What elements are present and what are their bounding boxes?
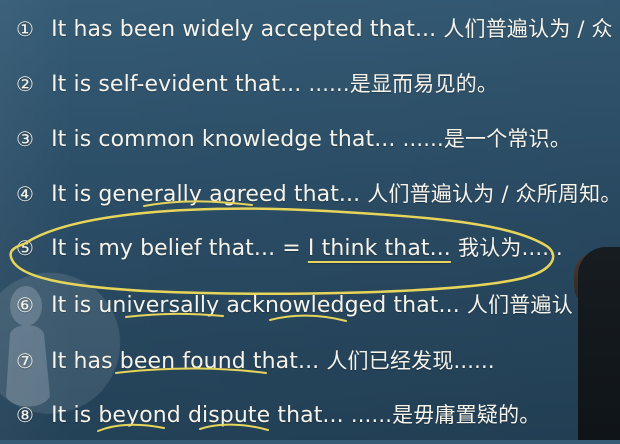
phrase-line-6: ⑥ It is universally acknowledged that...… (16, 290, 620, 321)
line-number: ④ (16, 182, 35, 206)
english-phrase: It has been widely accepted that... (51, 17, 437, 42)
equals-sign: = (282, 236, 301, 261)
phrase-line-3: ③ It is common knowledge that... ......是… (16, 124, 620, 155)
chinese-translation: 人们普遍认为 / 众 (443, 17, 613, 41)
phrase-line-4: ④ It is generally agreed that... 人们普遍认为 … (16, 179, 620, 210)
english-phrase: It is beyond dispute that... (51, 403, 344, 428)
english-phrase: It is universally acknowledged that... (51, 293, 460, 318)
phrase-line-5: ⑤ It is my belief that... = I think that… (16, 233, 620, 264)
english-phrase: It is my belief that... (51, 236, 276, 261)
line-number: ① (16, 17, 35, 41)
english-phrase: It is common knowledge that... (51, 127, 396, 152)
speaker-shoulder (578, 247, 620, 440)
line-number: ⑤ (16, 236, 35, 260)
phrase-line-1: ① It has been widely accepted that... 人们… (16, 14, 620, 45)
line-number: ③ (16, 127, 35, 151)
chinese-translation: 人们已经发现...... (326, 349, 495, 373)
phrase-line-7: ⑦ It has been found that... 人们已经发现...... (16, 346, 620, 377)
phrase-line-2: ② It is self-evident that... ......是显而易见… (16, 69, 620, 100)
line-number: ② (16, 72, 35, 96)
line-number: ⑥ (16, 293, 35, 317)
line-number: ⑧ (16, 403, 35, 427)
english-phrase: It is self-evident that... (51, 72, 302, 97)
alternate-phrase: I think that... (307, 236, 451, 261)
chinese-translation: ......是一个常识。 (402, 127, 572, 151)
chinese-translation: ......是毋庸置疑的。 (350, 403, 541, 427)
chinese-translation: ......是显而易见的。 (308, 72, 499, 96)
english-phrase: It is generally agreed that... (51, 182, 361, 207)
english-phrase: It has been found that... (51, 349, 320, 374)
line-number: ⑦ (16, 349, 35, 373)
phrase-line-8: ⑧ It is beyond dispute that... ......是毋庸… (16, 400, 620, 431)
chinese-translation: 人们普遍认 (466, 293, 573, 317)
chinese-translation: 我认为...... (458, 236, 563, 260)
chinese-translation: 人们普遍认为 / 众所周知。 (367, 182, 620, 206)
